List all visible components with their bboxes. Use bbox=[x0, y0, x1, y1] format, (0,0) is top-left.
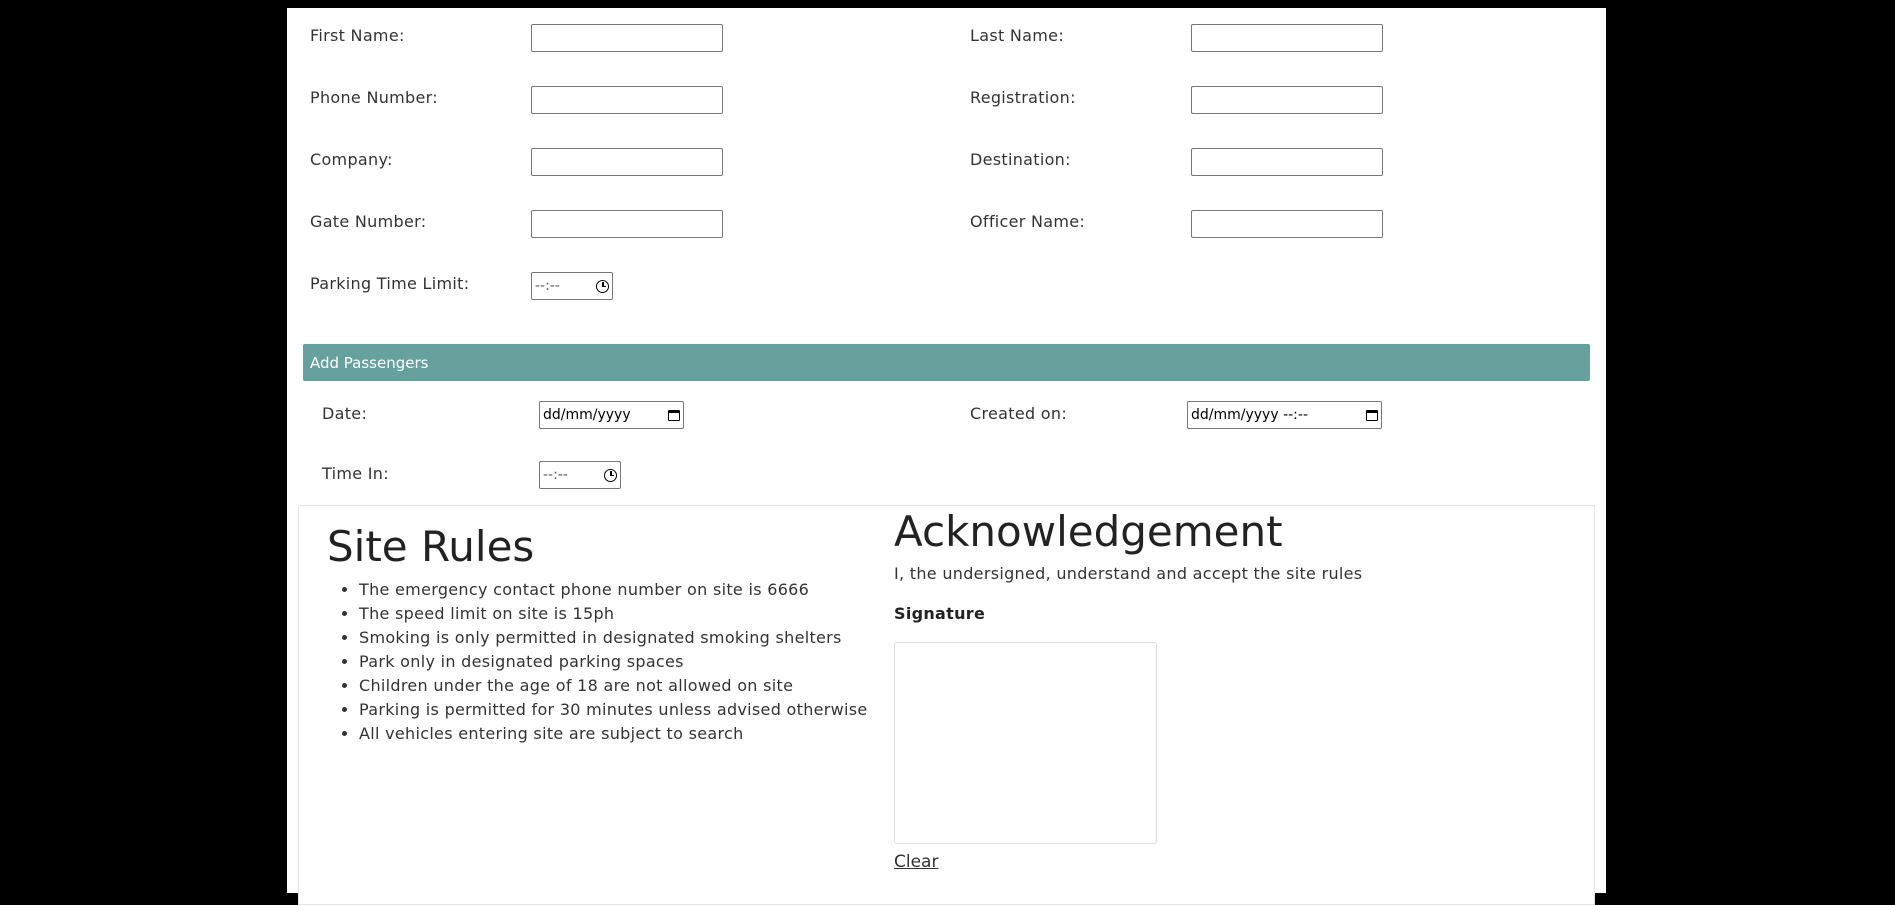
rule-item: Smoking is only permitted in designated … bbox=[359, 626, 899, 650]
clock-icon[interactable] bbox=[596, 279, 609, 293]
last-name-label: Last Name: bbox=[970, 26, 1065, 45]
first-name-label: First Name: bbox=[310, 26, 405, 45]
rule-item: The emergency contact phone number on si… bbox=[359, 578, 899, 602]
acknowledgement-title: Acknowledgement bbox=[894, 507, 1283, 556]
officer-name-input[interactable] bbox=[1191, 210, 1383, 238]
date-value: dd/mm/yyyy bbox=[543, 407, 631, 423]
company-label: Company: bbox=[310, 150, 393, 169]
rule-item: The speed limit on site is 15ph bbox=[359, 602, 899, 626]
gate-number-label: Gate Number: bbox=[310, 212, 427, 231]
time-in-label: Time In: bbox=[322, 464, 389, 483]
phone-number-input[interactable] bbox=[531, 86, 723, 114]
phone-number-label: Phone Number: bbox=[310, 88, 438, 107]
rule-item: Park only in designated parking spaces bbox=[359, 650, 899, 674]
first-name-input[interactable] bbox=[531, 24, 723, 52]
signature-pad[interactable] bbox=[894, 642, 1157, 844]
gate-number-input[interactable] bbox=[531, 210, 723, 238]
site-rules-list: The emergency contact phone number on si… bbox=[327, 578, 899, 746]
signature-label: Signature bbox=[894, 604, 986, 623]
clear-signature-link[interactable]: Clear bbox=[894, 852, 938, 872]
time-in-input[interactable]: --:-- bbox=[539, 461, 621, 489]
add-passengers-button[interactable]: Add Passengers bbox=[303, 344, 1590, 381]
destination-input[interactable] bbox=[1191, 148, 1383, 176]
company-input[interactable] bbox=[531, 148, 723, 176]
parking-time-limit-value: --:-- bbox=[535, 278, 560, 294]
rule-item: All vehicles entering site are subject t… bbox=[359, 722, 899, 746]
created-on-input[interactable]: dd/mm/yyyy --:-- bbox=[1187, 401, 1382, 429]
parking-time-limit-label: Parking Time Limit: bbox=[310, 274, 470, 293]
last-name-input[interactable] bbox=[1191, 24, 1383, 52]
calendar-icon[interactable] bbox=[668, 409, 680, 421]
clock-icon[interactable] bbox=[604, 468, 617, 482]
site-rules-title: Site Rules bbox=[327, 522, 535, 571]
registration-input[interactable] bbox=[1191, 86, 1383, 114]
parking-time-limit-input[interactable]: --:-- bbox=[531, 272, 613, 300]
officer-name-label: Officer Name: bbox=[970, 212, 1086, 231]
time-in-value: --:-- bbox=[543, 467, 568, 483]
date-label: Date: bbox=[322, 404, 368, 423]
destination-label: Destination: bbox=[970, 150, 1071, 169]
calendar-icon[interactable] bbox=[1366, 409, 1378, 421]
acknowledgement-statement: I, the undersigned, understand and accep… bbox=[894, 564, 1363, 583]
registration-label: Registration: bbox=[970, 88, 1076, 107]
rule-item: Parking is permitted for 30 minutes unle… bbox=[359, 698, 899, 722]
rule-item: Children under the age of 18 are not all… bbox=[359, 674, 899, 698]
created-on-label: Created on: bbox=[970, 404, 1068, 423]
created-on-value: dd/mm/yyyy --:-- bbox=[1191, 407, 1308, 423]
add-passengers-label: Add Passengers bbox=[310, 353, 429, 372]
date-input[interactable]: dd/mm/yyyy bbox=[539, 401, 684, 429]
